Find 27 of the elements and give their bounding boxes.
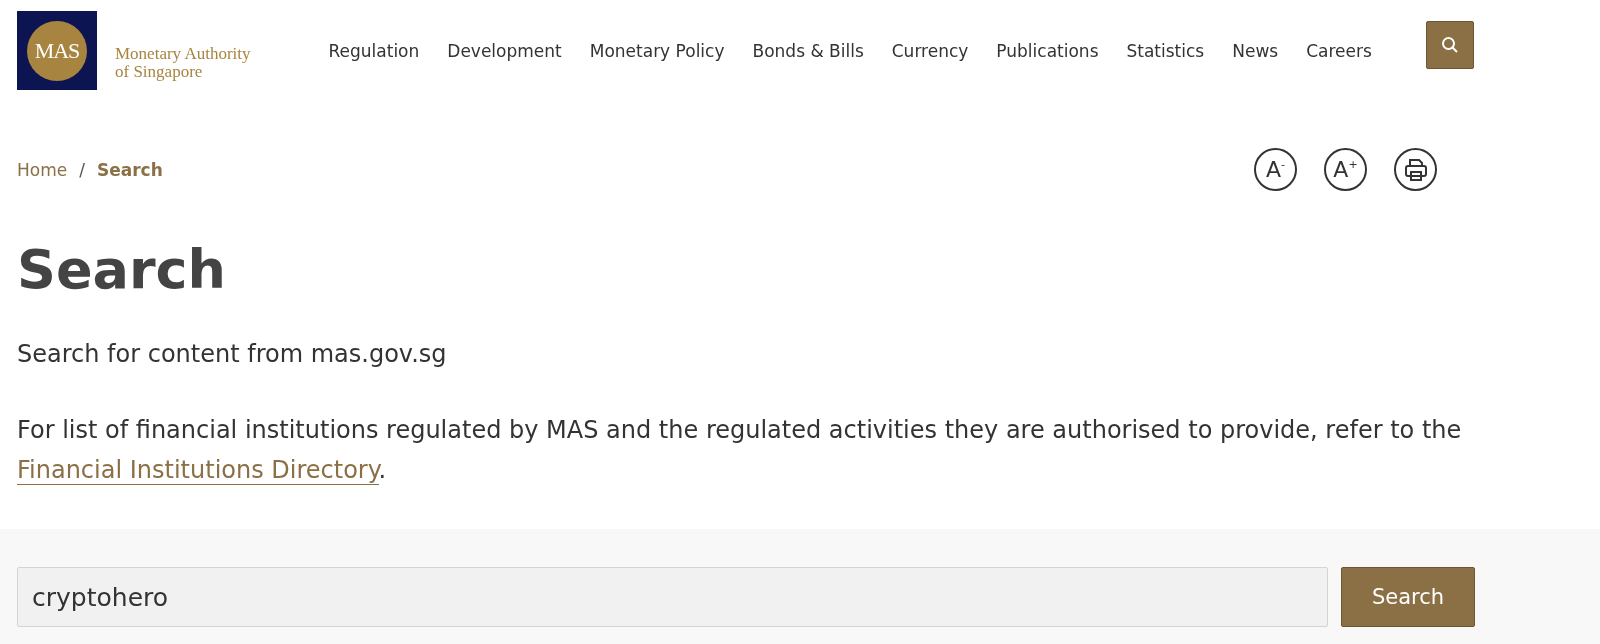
directory-note: For list of financial institutions regulated by MAS and the regulated activities they are authorised to provide, refer to the Financial Institutions Directory. [17, 415, 1463, 487]
nav-link[interactable]: Development [433, 40, 576, 61]
intro-text: Search for content from mas.gov.sg [17, 340, 448, 368]
logo-text: Monetary Authority [115, 44, 251, 63]
logo-mark: MAS [27, 20, 87, 81]
printer-icon [1402, 156, 1429, 183]
search-button[interactable] [1425, 21, 1474, 69]
breadcrumb-separator: / [79, 159, 85, 180]
breadcrumb-link[interactable]: Home [17, 159, 68, 180]
search-field[interactable]: cryptohero [17, 567, 1328, 627]
nav-link[interactable]: Bonds & Bills [738, 40, 878, 61]
nav-link[interactable]: Publications [982, 40, 1113, 61]
print-button[interactable] [1394, 148, 1437, 191]
directory-link[interactable]: Financial Institutions Directory [17, 456, 379, 485]
breadcrumb-current[interactable]: Search [96, 159, 163, 180]
nav-link[interactable]: Regulation [314, 40, 434, 61]
nav-link[interactable]: Careers [1292, 40, 1386, 61]
page-heading: Search [17, 238, 228, 302]
nav-link[interactable]: News [1218, 40, 1293, 61]
text-size-button[interactable]: A$^{+}$ [1324, 148, 1367, 191]
text-size-button[interactable]: A$^{-}$ [1254, 148, 1297, 191]
nav-link[interactable]: Monetary Policy [575, 40, 739, 61]
logo-text: of Singapore [115, 62, 203, 81]
nav-link[interactable]: Statistics [1112, 40, 1219, 61]
search-submit-button[interactable]: Search [1341, 567, 1475, 627]
nav-link[interactable]: Currency [877, 40, 983, 61]
search-icon [1440, 36, 1459, 54]
